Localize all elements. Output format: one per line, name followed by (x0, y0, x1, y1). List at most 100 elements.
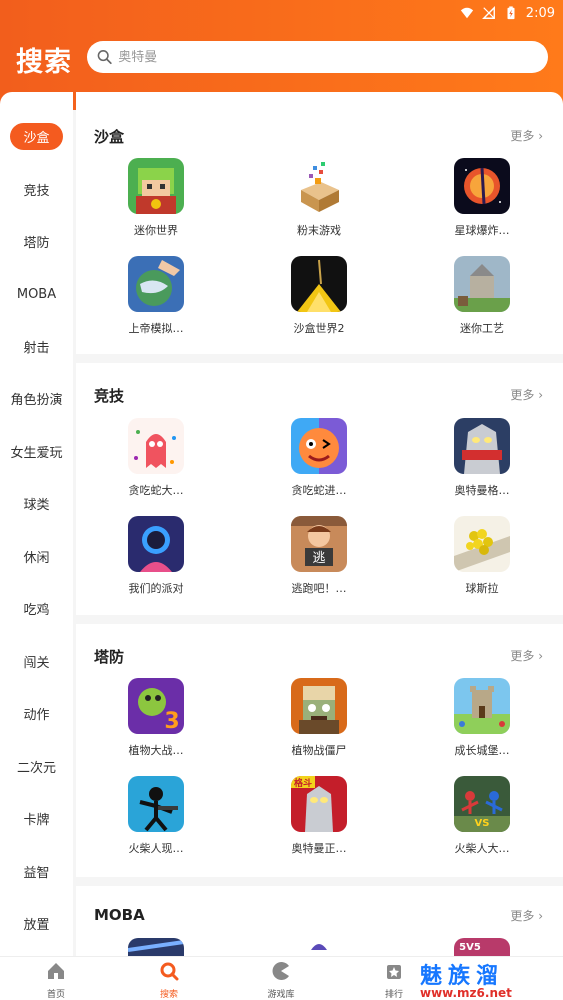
game-item[interactable]: 逃 逃跑吧！… (254, 516, 384, 596)
sidebar-item-girls[interactable]: 女生爱玩 (0, 436, 73, 466)
game-item[interactable]: 5V5 (417, 938, 547, 956)
section-title: 塔防 (94, 648, 125, 666)
game-icon (128, 516, 184, 572)
game-icon (291, 158, 347, 214)
sidebar-item-casual[interactable]: 休闲 (0, 541, 73, 571)
game-item[interactable]: 粉末游戏 (254, 158, 384, 238)
game-item[interactable]: 格斗 奥特曼正… (254, 776, 384, 856)
sidebar-item-tower-defense[interactable]: 塔防 (0, 226, 73, 256)
game-name: 迷你工艺 (460, 322, 504, 335)
sidebar-item-battle-royale[interactable]: 吃鸡 (0, 593, 73, 623)
game-item[interactable]: 我们的派对 (91, 516, 221, 596)
ranking-icon (387, 965, 401, 979)
game-item[interactable]: 3 植物大战… (91, 678, 221, 758)
game-icon (291, 418, 347, 474)
more-link[interactable]: 更多 › (510, 127, 543, 144)
svg-text:VS: VS (475, 818, 490, 829)
game-item[interactable]: 沙盒世界2 (254, 256, 384, 336)
game-item[interactable]: 火柴人现… (91, 776, 221, 856)
svg-text:3: 3 (164, 709, 179, 734)
sidebar-item-moba[interactable]: MOBA (0, 279, 73, 309)
nav-home[interactable]: 首页 (26, 961, 86, 1000)
game-name: 奥特曼正… (291, 842, 347, 855)
game-item[interactable]: 星球爆炸… (417, 158, 547, 238)
game-name: 火柴人现… (128, 842, 184, 855)
nav-ranking[interactable]: 排行 (364, 961, 424, 1000)
nav-game-library[interactable]: 游戏库 (251, 961, 311, 1000)
game-icon (291, 678, 347, 734)
watermark-url: www.mz6.net (420, 986, 512, 1000)
game-icon (128, 776, 184, 832)
game-item[interactable] (91, 938, 221, 956)
section-tower-defense: 塔防 更多 › 3 植物大战… 植物战僵尸 成长城堡… 火柴人现… 格斗 奥特曼… (76, 624, 563, 877)
watermark: 魅族溜 www.mz6.net (420, 958, 512, 1000)
game-item[interactable]: 球斯拉 (417, 516, 547, 596)
game-item[interactable]: 迷你世界 (91, 158, 221, 238)
sidebar-item-rpg[interactable]: 角色扮演 (0, 383, 73, 413)
sidebar-item-anime[interactable]: 二次元 (0, 751, 73, 781)
pacman-icon (272, 962, 289, 980)
game-name: 球斯拉 (465, 582, 499, 595)
game-name: 奥特曼格… (454, 484, 510, 497)
game-name: 我们的派对 (128, 582, 184, 595)
signal-off-icon (481, 6, 495, 19)
game-item[interactable]: 贪吃蛇大… (91, 418, 221, 498)
sidebar-item-competitive[interactable]: 竞技 (0, 174, 73, 204)
game-name: 逃跑吧！… (291, 582, 347, 595)
section-title: 沙盒 (94, 128, 125, 146)
game-name: 植物战僵尸 (291, 744, 347, 757)
game-list: 沙盒 更多 › 迷你世界 粉末游戏 星球爆炸… 上帝模拟… 沙盒世界2 迷你工艺… (76, 92, 563, 956)
game-item[interactable]: 贪吃蛇进… (254, 418, 384, 498)
game-icon (291, 256, 347, 312)
sidebar-item-levels[interactable]: 闯关 (0, 646, 73, 676)
search-icon (97, 50, 112, 65)
page-title: 搜索 (16, 47, 72, 78)
sidebar-item-puzzle[interactable]: 益智 (0, 856, 73, 886)
section-moba: MOBA 更多 › 5V5 (76, 886, 563, 956)
game-item[interactable]: VS 火柴人大… (417, 776, 547, 856)
game-item[interactable]: 迷你工艺 (417, 256, 547, 336)
more-link[interactable]: 更多 › (510, 386, 543, 403)
wifi-icon (460, 7, 473, 19)
search-input[interactable] (118, 49, 548, 65)
game-icon (454, 678, 510, 734)
nav-search[interactable]: 搜索 (139, 961, 199, 1000)
more-link[interactable]: 更多 › (510, 907, 543, 924)
game-icon (128, 158, 184, 214)
sidebar-item-idle[interactable]: 放置 (0, 908, 73, 938)
game-item[interactable] (254, 938, 384, 956)
sidebar-item-ball[interactable]: 球类 (0, 488, 73, 518)
search-box[interactable] (87, 41, 548, 73)
game-icon (454, 418, 510, 474)
game-item[interactable]: 植物战僵尸 (254, 678, 384, 758)
game-item[interactable]: 奥特曼格… (417, 418, 547, 498)
search-icon (160, 962, 179, 981)
game-item[interactable]: 上帝模拟… (91, 256, 221, 336)
game-icon: 逃 (291, 516, 347, 572)
section-title: 竞技 (94, 387, 125, 405)
game-name: 上帝模拟… (128, 322, 184, 335)
sidebar-item-cards[interactable]: 卡牌 (0, 803, 73, 833)
game-item[interactable]: 成长城堡… (417, 678, 547, 758)
game-icon (128, 938, 184, 956)
game-name: 植物大战… (128, 744, 184, 757)
sidebar-item-action[interactable]: 动作 (0, 698, 73, 728)
game-icon (128, 418, 184, 474)
game-icon (128, 256, 184, 312)
game-name: 贪吃蛇进… (291, 484, 347, 497)
game-name: 粉末游戏 (297, 224, 341, 237)
game-icon (454, 516, 510, 572)
battery-icon (507, 6, 515, 20)
home-icon (48, 963, 64, 979)
sidebar-item-sandbox[interactable]: 沙盒 (0, 121, 73, 151)
category-sidebar: 沙盒 竞技 塔防 MOBA 射击 角色扮演 女生爱玩 球类 休闲 吃鸡 闯关 动… (0, 92, 73, 956)
game-icon (454, 256, 510, 312)
clock: 2:09 (525, 5, 555, 21)
more-link[interactable]: 更多 › (510, 647, 543, 664)
sidebar-item-shooter[interactable]: 射击 (0, 331, 73, 361)
game-name: 贪吃蛇大… (128, 484, 184, 497)
game-name: 火柴人大… (454, 842, 510, 855)
status-bar: 2:09 (460, 3, 555, 23)
game-icon: 3 (128, 678, 184, 734)
game-icon: VS (454, 776, 510, 832)
